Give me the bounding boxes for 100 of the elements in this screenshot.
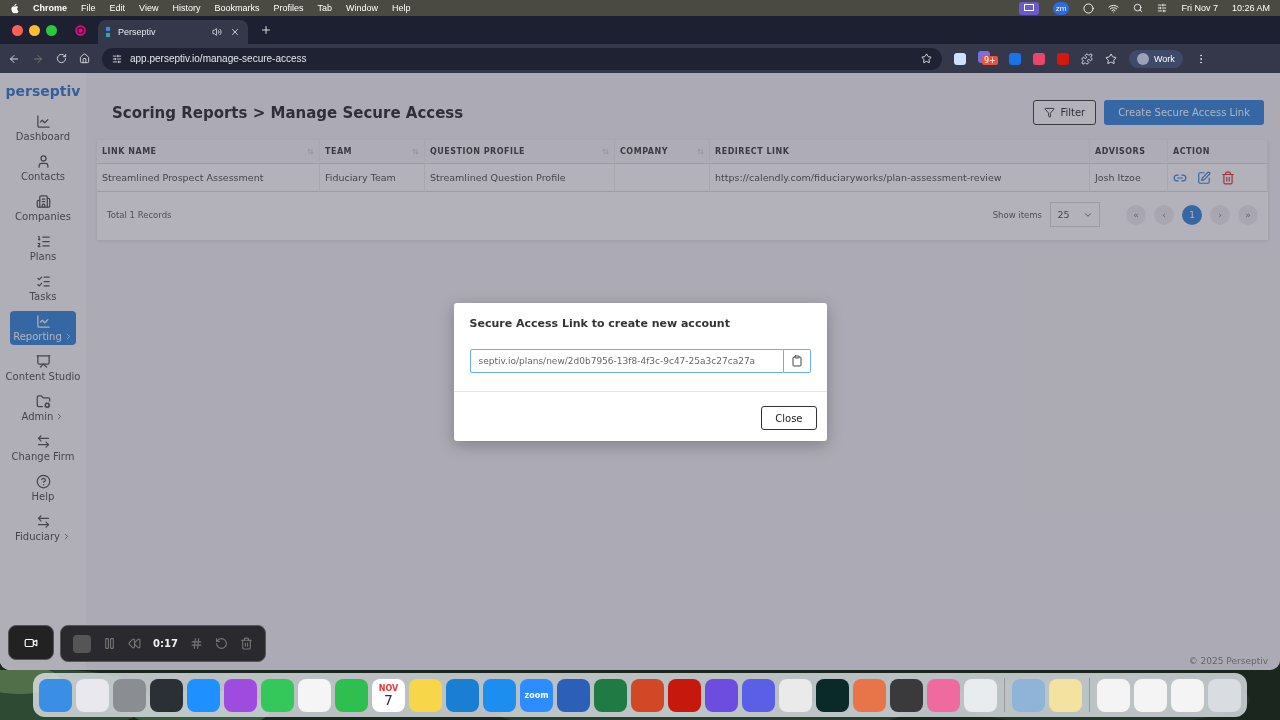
nav-icon bbox=[35, 234, 51, 249]
menu-app-name[interactable]: Chrome bbox=[33, 3, 67, 13]
nav-label: Tasks bbox=[29, 291, 57, 302]
copyright-text: © 2025 Perseptiv bbox=[1188, 656, 1268, 666]
copy-button[interactable] bbox=[783, 349, 811, 373]
edit-icon[interactable] bbox=[1197, 170, 1211, 185]
profile-button[interactable]: Work bbox=[1129, 49, 1183, 68]
menu-time[interactable]: 10:26 AM bbox=[1231, 3, 1270, 13]
menu-item[interactable]: History bbox=[172, 3, 201, 13]
extensions-puzzle-icon[interactable] bbox=[1081, 52, 1093, 65]
address-bar[interactable]: app.perseptiv.io/manage-secure-access bbox=[102, 47, 942, 70]
table-cell: Josh Itzoe bbox=[1090, 164, 1168, 192]
sidebar-item[interactable]: Reporting bbox=[10, 311, 76, 345]
link-field[interactable]: septiv.io/plans/new/2d0b7956-13f8-4f3c-9c47-25a3c27ca27a bbox=[469, 349, 784, 373]
sidebar-item[interactable]: Change Firm bbox=[10, 431, 76, 465]
minimize-window-control[interactable] bbox=[29, 24, 40, 36]
dock-app-icon[interactable] bbox=[890, 678, 923, 712]
home-icon[interactable] bbox=[79, 53, 90, 64]
nav-label: Admin bbox=[21, 411, 54, 422]
stop-button[interactable] bbox=[73, 634, 91, 653]
close-window-control[interactable] bbox=[12, 24, 23, 36]
pagination-button[interactable]: « bbox=[1126, 204, 1146, 225]
column-header[interactable]: LINK NAME bbox=[97, 140, 320, 164]
nav-label: Reporting bbox=[13, 331, 62, 342]
pagination-button[interactable]: ‹ bbox=[1154, 204, 1174, 225]
nav-icon bbox=[35, 474, 51, 489]
menu-item[interactable]: Tab bbox=[317, 3, 332, 13]
pagination-button[interactable]: › bbox=[1210, 204, 1230, 225]
meeting-status-icon[interactable]: zm bbox=[1052, 1, 1070, 15]
menu-item[interactable]: View bbox=[139, 3, 159, 13]
record-icon[interactable] bbox=[75, 24, 86, 36]
speaker-icon[interactable] bbox=[212, 27, 222, 37]
star-icon[interactable] bbox=[1105, 52, 1117, 65]
camera-button[interactable] bbox=[8, 625, 54, 660]
search-icon[interactable] bbox=[1133, 3, 1144, 13]
column-header[interactable]: TEAM bbox=[320, 140, 425, 164]
nav-label: Contacts bbox=[20, 171, 66, 182]
filter-button[interactable]: Filter bbox=[1033, 100, 1097, 125]
menu-item[interactable]: Bookmarks bbox=[214, 3, 260, 13]
dock-app-icon[interactable]: zoom bbox=[520, 678, 553, 712]
calendar-day: 7 bbox=[384, 692, 393, 707]
screen-share-icon[interactable] bbox=[1018, 1, 1039, 15]
sidebar-item[interactable]: Companies bbox=[10, 191, 76, 225]
column-header[interactable]: ACTION bbox=[1168, 140, 1268, 164]
dock-app-icon[interactable] bbox=[150, 678, 183, 712]
control-center-icon[interactable] bbox=[1157, 3, 1168, 13]
page-size-select[interactable]: 25 bbox=[1050, 202, 1100, 227]
menu-item[interactable]: Help bbox=[392, 3, 411, 13]
sidebar-item[interactable]: Admin bbox=[10, 391, 76, 425]
pagination-button[interactable]: 1 bbox=[1182, 204, 1202, 225]
table-cell: Fiduciary Team bbox=[320, 164, 425, 192]
dock-app-icon[interactable]: NOV 7 bbox=[372, 678, 405, 712]
column-header[interactable]: QUESTION PROFILE bbox=[425, 140, 615, 164]
bookmark-star-icon[interactable] bbox=[921, 53, 932, 64]
sidebar-item[interactable]: Dashboard bbox=[10, 111, 76, 145]
zoom-window-control[interactable] bbox=[46, 24, 57, 36]
back-icon[interactable] bbox=[8, 52, 20, 65]
sidebar-item[interactable]: Tasks bbox=[10, 271, 76, 305]
tab-title: Perseptiv bbox=[118, 27, 157, 37]
restart-icon[interactable] bbox=[214, 637, 228, 650]
delete-icon[interactable] bbox=[1221, 170, 1235, 185]
nav-icon bbox=[35, 274, 51, 289]
close-button[interactable]: Close bbox=[761, 406, 817, 430]
site-favicon-icon bbox=[106, 27, 110, 37]
site-settings-icon[interactable] bbox=[112, 53, 122, 64]
sidebar-item[interactable]: Help bbox=[10, 471, 76, 505]
menu-item[interactable]: Edit bbox=[109, 3, 126, 13]
nav-label: Fiduciary bbox=[15, 531, 60, 542]
rewind-icon[interactable] bbox=[128, 637, 141, 650]
menu-item[interactable]: Profiles bbox=[273, 3, 304, 13]
dock-app-icon[interactable] bbox=[816, 678, 849, 712]
column-header[interactable]: COMPANY bbox=[615, 140, 710, 164]
wifi-icon[interactable] bbox=[1108, 2, 1120, 14]
avatar-icon bbox=[1137, 52, 1149, 65]
menu-date[interactable]: Fri Nov 7 bbox=[1181, 3, 1218, 13]
column-header[interactable]: ADVISORS bbox=[1090, 140, 1168, 164]
new-tab-icon[interactable] bbox=[260, 24, 272, 36]
column-header[interactable]: REDIRECT LINK bbox=[710, 140, 1090, 164]
show-items-label: Show items bbox=[992, 209, 1042, 220]
create-link-button[interactable]: Create Secure Access Link bbox=[1104, 100, 1264, 125]
nav-icon bbox=[35, 314, 51, 329]
menu-item[interactable]: Window bbox=[345, 3, 378, 13]
pagination-button[interactable]: » bbox=[1238, 204, 1258, 225]
close-tab-icon[interactable] bbox=[230, 27, 240, 37]
sidebar-item[interactable]: Plans bbox=[10, 231, 76, 265]
app-logo[interactable]: perseptiv bbox=[5, 83, 81, 99]
menu-item[interactable]: File bbox=[81, 3, 96, 13]
sidebar-item[interactable]: Fiduciary bbox=[10, 511, 76, 545]
sidebar-item[interactable]: Contacts bbox=[10, 151, 76, 185]
nav-icon bbox=[35, 354, 51, 369]
pause-icon[interactable] bbox=[103, 637, 116, 650]
apple-logo-icon[interactable] bbox=[10, 2, 19, 14]
nav-icon bbox=[35, 194, 51, 209]
grid-icon[interactable] bbox=[189, 637, 203, 650]
table-cell: Streamlined Prospect Assessment bbox=[97, 164, 320, 192]
reload-icon[interactable] bbox=[56, 53, 67, 64]
extension-icon[interactable] bbox=[954, 52, 966, 65]
trash-icon[interactable] bbox=[239, 637, 253, 650]
forward-icon[interactable] bbox=[32, 52, 44, 65]
browser-tab[interactable]: Perseptiv bbox=[98, 20, 248, 44]
